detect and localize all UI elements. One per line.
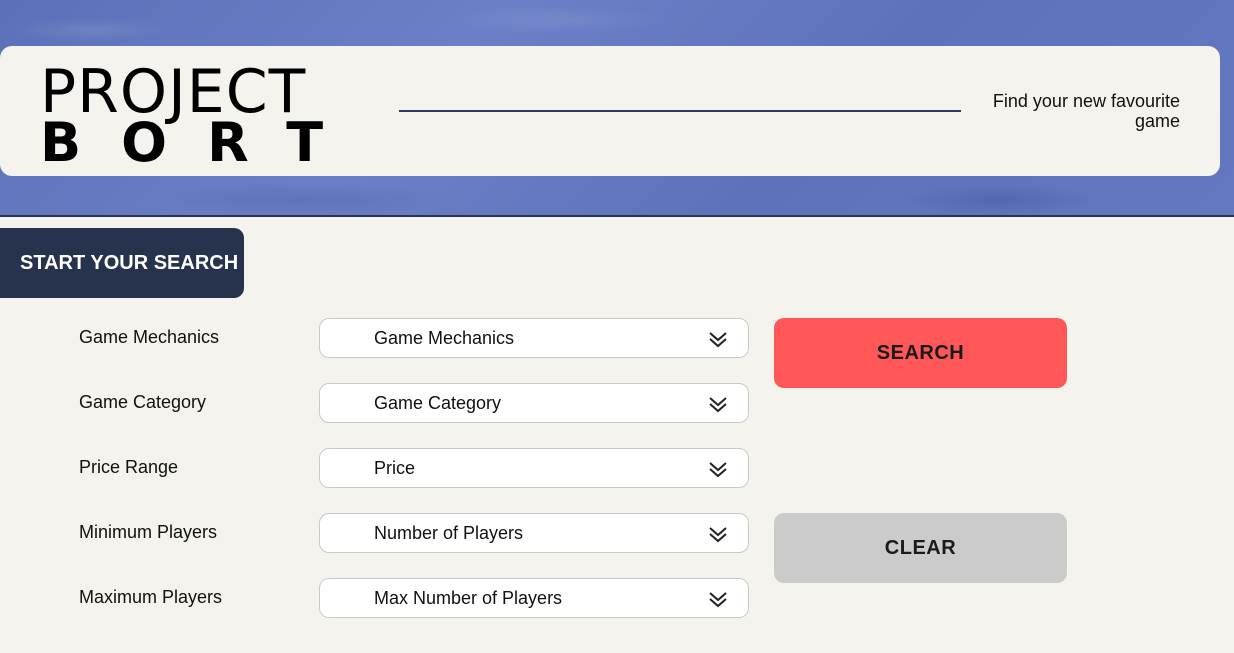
label-game-category: Game Category [79, 392, 207, 412]
tagline: Find your new favourite game [992, 91, 1180, 131]
search-section-tab: START YOUR SEARCH [0, 228, 244, 298]
label-minimum-players: Minimum Players [79, 522, 218, 542]
chevron-double-down-icon [709, 332, 727, 348]
select-value: Price [374, 457, 416, 478]
select-minimum-players[interactable]: Number of Players [319, 513, 749, 553]
select-value: Max Number of Players [374, 587, 563, 608]
select-value: Game Category [374, 392, 502, 413]
select-value: Game Mechanics [374, 327, 515, 348]
label-maximum-players: Maximum Players [79, 587, 223, 607]
chevron-double-down-icon [709, 462, 727, 478]
chevron-double-down-icon [709, 592, 727, 608]
hero-banner: PROJECT BORT Find your new favourite gam… [0, 0, 1234, 217]
label-price-range: Price Range [79, 457, 179, 477]
select-maximum-players[interactable]: Max Number of Players [319, 578, 749, 618]
search-button[interactable]: SEARCH [774, 318, 1067, 388]
logo-bottom-text: BORT [40, 111, 364, 174]
select-price[interactable]: Price [319, 448, 749, 488]
select-game-category[interactable]: Game Category [319, 383, 749, 423]
header-divider [399, 110, 961, 112]
chevron-double-down-icon [709, 397, 727, 413]
logo[interactable]: PROJECT BORT [40, 62, 364, 174]
select-value: Number of Players [374, 522, 524, 543]
select-game-mechanics[interactable]: Game Mechanics [319, 318, 749, 358]
label-game-mechanics: Game Mechanics [79, 327, 220, 347]
chevron-double-down-icon [709, 527, 727, 543]
header-card: PROJECT BORT Find your new favourite gam… [0, 46, 1220, 176]
clear-button[interactable]: CLEAR [774, 513, 1067, 583]
